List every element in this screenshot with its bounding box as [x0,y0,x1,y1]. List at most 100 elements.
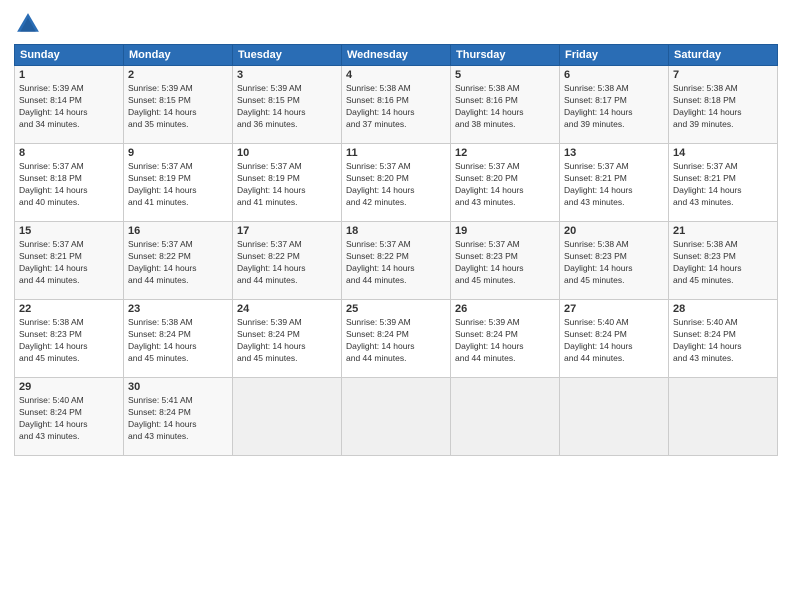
calendar-cell: 6 Sunrise: 5:38 AMSunset: 8:17 PMDaylight… [560,66,669,144]
calendar-cell: 17Sunrise: 5:37 AMSunset: 8:22 PMDayligh… [233,222,342,300]
day-info: Sunrise: 5:39 AMSunset: 8:24 PMDaylight:… [455,317,524,363]
day-number: 2 [128,69,228,81]
day-info: Sunrise: 5:37 AMSunset: 8:22 PMDaylight:… [346,239,415,285]
day-number: 24 [237,303,337,315]
day-number: 20 [564,225,664,237]
day-number: 19 [455,225,555,237]
day-info: Sunrise: 5:37 AMSunset: 8:18 PMDaylight:… [19,161,88,207]
day-info: Sunrise: 5:39 AMSunset: 8:15 PMDaylight:… [237,83,306,129]
day-number: 10 [237,147,337,159]
calendar-cell: 13Sunrise: 5:37 AMSunset: 8:21 PMDayligh… [560,144,669,222]
logo [14,10,46,38]
day-info: Sunrise: 5:37 AMSunset: 8:20 PMDaylight:… [346,161,415,207]
calendar-cell [669,378,778,456]
day-info: Sunrise: 5:39 AMSunset: 8:15 PMDaylight:… [128,83,197,129]
day-number: 7 [673,69,773,81]
calendar-cell: 9Sunrise: 5:37 AMSunset: 8:19 PMDaylight… [124,144,233,222]
day-number: 16 [128,225,228,237]
day-info: Sunrise: 5:37 AMSunset: 8:21 PMDaylight:… [19,239,88,285]
calendar-cell [342,378,451,456]
day-info: Sunrise: 5:38 AMSunset: 8:18 PMDaylight:… [673,83,742,129]
day-number: 12 [455,147,555,159]
week-row-5: 29 Sunrise: 5:40 AMSunset: 8:24 PMDayligh… [15,378,778,456]
weekday-header-sunday: Sunday [15,45,124,66]
day-number: 28 [673,303,773,315]
day-info: Sunrise: 5:37 AMSunset: 8:21 PMDaylight:… [564,161,633,207]
calendar-cell [560,378,669,456]
day-number: 29 [19,381,119,393]
day-info: Sunrise: 5:39 AMSunset: 8:24 PMDaylight:… [237,317,306,363]
calendar-cell: 5 Sunrise: 5:38 AMSunset: 8:16 PMDaylight… [451,66,560,144]
day-number: 4 [346,69,446,81]
weekday-row: SundayMondayTuesdayWednesdayThursdayFrid… [15,45,778,66]
weekday-header-monday: Monday [124,45,233,66]
day-info: Sunrise: 5:38 AMSunset: 8:23 PMDaylight:… [19,317,88,363]
day-info: Sunrise: 5:38 AMSunset: 8:23 PMDaylight:… [673,239,742,285]
day-info: Sunrise: 5:37 AMSunset: 8:22 PMDaylight:… [237,239,306,285]
day-number: 15 [19,225,119,237]
calendar-cell: 28 Sunrise: 5:40 AMSunset: 8:24 PMDayligh… [669,300,778,378]
day-number: 30 [128,381,228,393]
day-info: Sunrise: 5:39 AMSunset: 8:14 PMDaylight:… [19,83,88,129]
weekday-header-wednesday: Wednesday [342,45,451,66]
week-row-1: 1Sunrise: 5:39 AMSunset: 8:14 PMDaylight… [15,66,778,144]
day-number: 27 [564,303,664,315]
header [14,10,778,38]
week-row-4: 22 Sunrise: 5:38 AMSunset: 8:23 PMDayligh… [15,300,778,378]
week-row-2: 8 Sunrise: 5:37 AMSunset: 8:18 PMDaylight… [15,144,778,222]
calendar-cell: 30 Sunrise: 5:41 AMSunset: 8:24 PMDayligh… [124,378,233,456]
day-number: 6 [564,69,664,81]
day-info: Sunrise: 5:37 AMSunset: 8:22 PMDaylight:… [128,239,197,285]
calendar-cell: 10 Sunrise: 5:37 AMSunset: 8:19 PMDayligh… [233,144,342,222]
page: SundayMondayTuesdayWednesdayThursdayFrid… [0,0,792,612]
day-number: 3 [237,69,337,81]
day-info: Sunrise: 5:38 AMSunset: 8:23 PMDaylight:… [564,239,633,285]
day-info: Sunrise: 5:38 AMSunset: 8:16 PMDaylight:… [346,83,415,129]
day-number: 23 [128,303,228,315]
weekday-header-saturday: Saturday [669,45,778,66]
calendar-cell: 19 Sunrise: 5:37 AMSunset: 8:23 PMDayligh… [451,222,560,300]
calendar: SundayMondayTuesdayWednesdayThursdayFrid… [14,44,778,456]
weekday-header-friday: Friday [560,45,669,66]
calendar-cell: 4 Sunrise: 5:38 AMSunset: 8:16 PMDaylight… [342,66,451,144]
calendar-cell: 11Sunrise: 5:37 AMSunset: 8:20 PMDayligh… [342,144,451,222]
calendar-cell: 2 Sunrise: 5:39 AMSunset: 8:15 PMDaylight… [124,66,233,144]
calendar-body: 1Sunrise: 5:39 AMSunset: 8:14 PMDaylight… [15,66,778,456]
day-number: 21 [673,225,773,237]
calendar-cell: 14 Sunrise: 5:37 AMSunset: 8:21 PMDayligh… [669,144,778,222]
weekday-header-thursday: Thursday [451,45,560,66]
calendar-cell: 1Sunrise: 5:39 AMSunset: 8:14 PMDaylight… [15,66,124,144]
calendar-cell: 3 Sunrise: 5:39 AMSunset: 8:15 PMDaylight… [233,66,342,144]
day-info: Sunrise: 5:37 AMSunset: 8:23 PMDaylight:… [455,239,524,285]
day-info: Sunrise: 5:37 AMSunset: 8:21 PMDaylight:… [673,161,742,207]
day-number: 25 [346,303,446,315]
calendar-cell: 29 Sunrise: 5:40 AMSunset: 8:24 PMDayligh… [15,378,124,456]
day-info: Sunrise: 5:37 AMSunset: 8:19 PMDaylight:… [237,161,306,207]
day-number: 26 [455,303,555,315]
day-number: 8 [19,147,119,159]
calendar-cell: 7 Sunrise: 5:38 AMSunset: 8:18 PMDaylight… [669,66,778,144]
day-info: Sunrise: 5:40 AMSunset: 8:24 PMDaylight:… [19,395,88,441]
calendar-cell: 8 Sunrise: 5:37 AMSunset: 8:18 PMDaylight… [15,144,124,222]
calendar-cell: 18Sunrise: 5:37 AMSunset: 8:22 PMDayligh… [342,222,451,300]
day-number: 14 [673,147,773,159]
day-info: Sunrise: 5:38 AMSunset: 8:17 PMDaylight:… [564,83,633,129]
calendar-cell: 12 Sunrise: 5:37 AMSunset: 8:20 PMDayligh… [451,144,560,222]
day-number: 9 [128,147,228,159]
day-info: Sunrise: 5:41 AMSunset: 8:24 PMDaylight:… [128,395,197,441]
calendar-cell: 24 Sunrise: 5:39 AMSunset: 8:24 PMDayligh… [233,300,342,378]
calendar-cell [233,378,342,456]
day-number: 22 [19,303,119,315]
calendar-cell [451,378,560,456]
day-info: Sunrise: 5:38 AMSunset: 8:16 PMDaylight:… [455,83,524,129]
day-info: Sunrise: 5:39 AMSunset: 8:24 PMDaylight:… [346,317,415,363]
calendar-cell: 16 Sunrise: 5:37 AMSunset: 8:22 PMDayligh… [124,222,233,300]
day-info: Sunrise: 5:38 AMSunset: 8:24 PMDaylight:… [128,317,197,363]
day-info: Sunrise: 5:40 AMSunset: 8:24 PMDaylight:… [673,317,742,363]
day-info: Sunrise: 5:37 AMSunset: 8:20 PMDaylight:… [455,161,524,207]
calendar-cell: 15 Sunrise: 5:37 AMSunset: 8:21 PMDayligh… [15,222,124,300]
day-number: 5 [455,69,555,81]
calendar-header: SundayMondayTuesdayWednesdayThursdayFrid… [15,45,778,66]
calendar-cell: 20 Sunrise: 5:38 AMSunset: 8:23 PMDayligh… [560,222,669,300]
calendar-cell: 22 Sunrise: 5:38 AMSunset: 8:23 PMDayligh… [15,300,124,378]
